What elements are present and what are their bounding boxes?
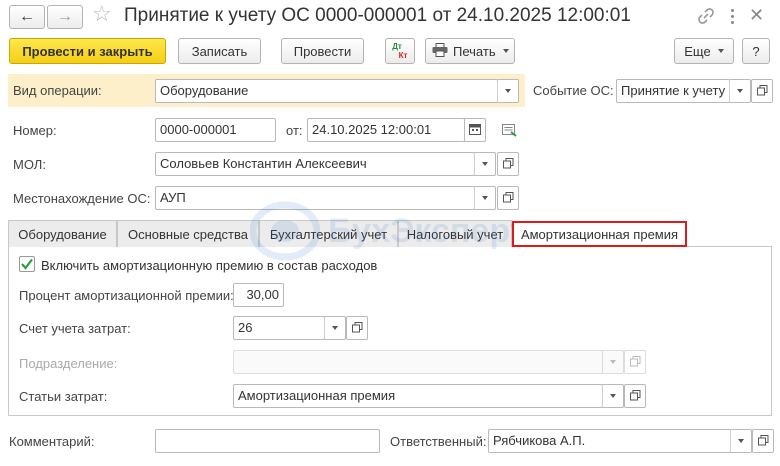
location-open-button[interactable] (497, 186, 519, 210)
responsible-open-button[interactable] (752, 429, 774, 453)
event-label: Событие ОС: (533, 83, 614, 98)
window-title: Принятие к учету ОС 0000-000001 от 24.10… (124, 5, 631, 26)
cost-item-label: Статьи затрат: (19, 389, 108, 404)
calendar-button[interactable] (464, 118, 486, 142)
cost-item-field[interactable]: Амортизационная премия (233, 384, 603, 408)
favorite-star-icon[interactable]: ☆ (92, 3, 112, 25)
printer-icon (432, 42, 448, 60)
calendar-icon (469, 123, 481, 138)
event-field[interactable]: Принятие к учету (616, 79, 730, 103)
tab-equipment[interactable]: Оборудование (8, 220, 117, 247)
checkmark-icon (21, 258, 33, 270)
chevron-down-icon (738, 439, 744, 443)
location-dropdown[interactable] (474, 186, 496, 210)
number-field[interactable]: 0000-000001 (155, 118, 276, 142)
percent-label: Процент амортизационной премии: (19, 288, 234, 303)
arrow-left-icon: ← (19, 8, 35, 25)
date-field[interactable]: 24.10.2025 12:00:01 (307, 118, 465, 142)
chevron-down-icon (610, 394, 616, 398)
division-dropdown (602, 350, 624, 374)
account-open-button[interactable] (346, 316, 368, 340)
chevron-down-icon (737, 89, 743, 93)
tab-tax-accounting[interactable]: Налоговый учет (398, 220, 512, 247)
write-button[interactable]: Записать (178, 38, 261, 64)
event-open-button[interactable] (751, 79, 773, 103)
print-button[interactable]: Печать (425, 38, 515, 64)
account-dropdown[interactable] (324, 316, 346, 340)
post-button[interactable]: Провести (281, 38, 364, 64)
help-button[interactable]: ? (742, 38, 770, 64)
forward-button[interactable]: → (47, 5, 83, 29)
comment-field[interactable] (155, 429, 380, 453)
chevron-down-icon (610, 360, 616, 364)
tab-accounting[interactable]: Бухгалтерский учет (259, 220, 398, 247)
mol-field[interactable]: Соловьев Константин Алексеевич (155, 152, 475, 176)
open-window-icon (502, 157, 514, 172)
percent-field[interactable]: 30,00 (233, 283, 284, 307)
chevron-down-icon (482, 196, 488, 200)
tab-fixed-assets[interactable]: Основные средства (117, 220, 259, 247)
cost-item-open-button[interactable] (624, 384, 646, 408)
account-field[interactable]: 26 (233, 316, 325, 340)
responsible-label: Ответственный: (390, 434, 487, 449)
mol-dropdown[interactable] (474, 152, 496, 176)
responsible-field[interactable]: Рябчикова А.П. (488, 429, 731, 453)
chevron-down-icon (502, 49, 509, 53)
operation-type-dropdown[interactable] (497, 79, 519, 103)
arrow-right-icon: → (57, 8, 73, 25)
number-label: Номер: (13, 123, 57, 138)
division-label: Подразделение: (19, 356, 118, 371)
tab-depreciation-premium[interactable]: Амортизационная премия (512, 221, 687, 247)
chevron-down-icon (717, 49, 724, 53)
back-button[interactable]: ← (9, 5, 45, 29)
open-window-icon (629, 389, 641, 404)
operation-type-label: Вид операции: (13, 83, 102, 98)
link-icon[interactable] (696, 6, 716, 26)
print-label: Печать (453, 43, 496, 59)
open-window-icon (351, 321, 363, 336)
more-button[interactable]: Еще (674, 38, 734, 64)
responsible-dropdown[interactable] (730, 429, 752, 453)
division-field (233, 350, 603, 374)
open-window-icon (629, 355, 641, 370)
kt-label: Кт (398, 51, 408, 60)
close-icon[interactable]: ✕ (749, 4, 764, 26)
include-premium-label[interactable]: Включить амортизационную премию в состав… (41, 258, 377, 273)
include-premium-checkbox[interactable] (19, 256, 35, 272)
post-and-close-button[interactable]: Провести и закрыть (9, 38, 166, 64)
dt-kt-button[interactable]: Дт Кт (385, 38, 415, 64)
mol-open-button[interactable] (497, 152, 519, 176)
open-window-icon (756, 84, 768, 99)
location-field[interactable]: АУП (155, 186, 475, 210)
operation-type-field[interactable]: Оборудование (155, 79, 498, 103)
cost-item-dropdown[interactable] (602, 384, 624, 408)
open-window-icon (757, 434, 769, 449)
more-label: Еще (684, 43, 711, 59)
location-label: Местонахождение ОС: (13, 191, 151, 206)
date-label: от: (286, 123, 303, 138)
chevron-down-icon (332, 326, 338, 330)
more-vertical-icon[interactable] (727, 5, 737, 27)
mol-label: МОЛ: (13, 157, 46, 172)
account-label: Счет учета затрат: (19, 321, 131, 336)
open-window-icon (502, 191, 514, 206)
chevron-down-icon (482, 162, 488, 166)
notes-icon[interactable] (502, 124, 517, 140)
comment-label: Комментарий: (9, 434, 95, 449)
dt-label: Дт (392, 42, 402, 51)
event-dropdown[interactable] (729, 79, 751, 103)
division-open-button (624, 350, 646, 374)
chevron-down-icon (505, 89, 511, 93)
